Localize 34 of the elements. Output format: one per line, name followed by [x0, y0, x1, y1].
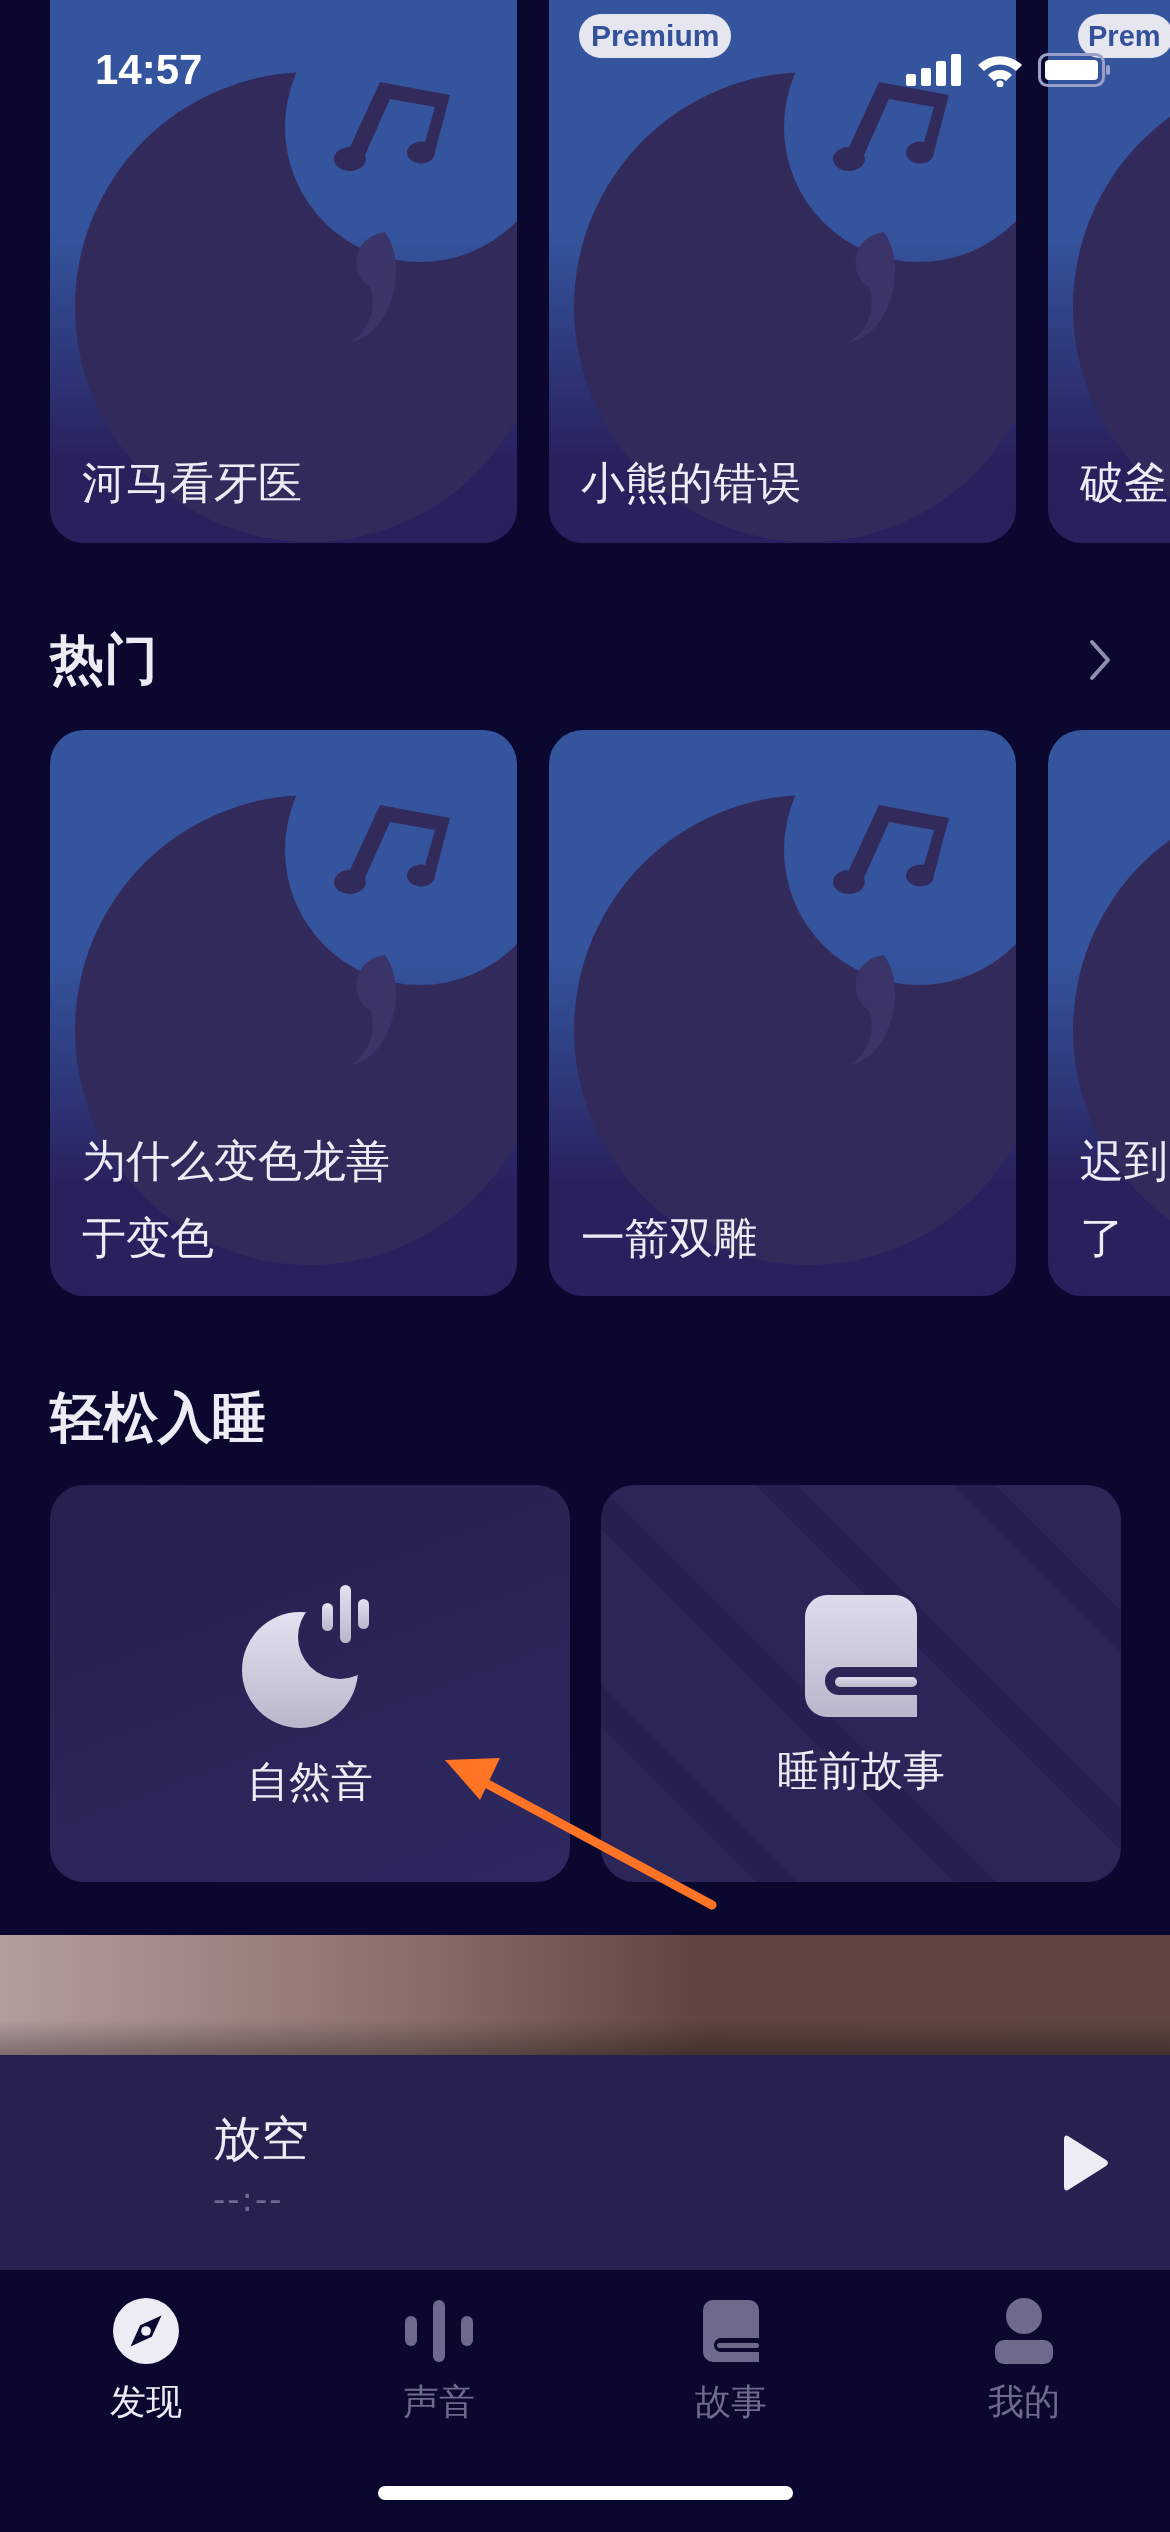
tab-item[interactable]: 发现: [0, 2298, 293, 2427]
chevron-right-icon[interactable]: [1088, 638, 1112, 682]
mini-player[interactable]: 放空 --:--: [0, 2055, 1170, 2270]
tab-item[interactable]: 故事: [585, 2298, 878, 2427]
story-card[interactable]: 一箭双雕: [549, 730, 1016, 1296]
wifi-icon: [976, 53, 1024, 87]
book-icon: [703, 2298, 760, 2364]
category-card[interactable]: 自然音: [50, 1485, 570, 1882]
battery-icon: [1038, 53, 1112, 87]
story-card[interactable]: 迟到 了: [1048, 730, 1170, 1296]
story-card[interactable]: 为什么变色龙善 于变色: [50, 730, 517, 1296]
track-title: 放空: [213, 2108, 309, 2168]
premium-badge: Premium: [579, 14, 732, 58]
section-title: 轻松入睡: [50, 1384, 266, 1451]
tab-item[interactable]: 声音: [292, 2298, 585, 2427]
card-title: 河马看牙医: [81, 456, 303, 510]
premium-badge: Prem: [1078, 14, 1170, 58]
sound-bars-icon: [404, 2298, 473, 2364]
tab-item[interactable]: 我的: [877, 2298, 1170, 2427]
category-label: 自然音: [247, 1756, 373, 1808]
book-icon: [805, 1595, 917, 1717]
card-title: 破釜: [1079, 456, 1169, 510]
compass-icon: [112, 2298, 181, 2364]
card-title: 迟到 了: [1079, 1134, 1169, 1265]
signal-icon: [906, 54, 962, 86]
card-title: 一箭双雕: [580, 1211, 758, 1265]
card-title: 为什么变色龙善 于变色: [81, 1134, 391, 1265]
track-time: --:--: [213, 2178, 285, 2219]
card-title: 小熊的错误: [580, 456, 802, 510]
status-time: 14:57: [95, 46, 203, 94]
category-card[interactable]: 睡前故事: [601, 1485, 1121, 1882]
person-icon: [994, 2298, 1053, 2364]
category-label: 睡前故事: [777, 1745, 945, 1797]
section-title: 热门: [50, 626, 158, 693]
